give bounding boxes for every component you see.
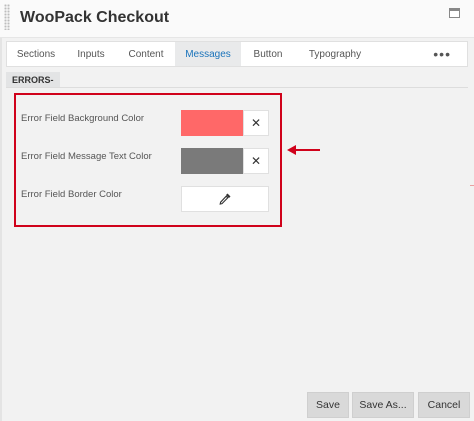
panel-header: WooPack Checkout [0, 0, 474, 38]
color-swatch-error-message-text[interactable] [181, 148, 243, 174]
save-as-button[interactable]: Save As... [352, 392, 414, 418]
drag-handle-icon[interactable] [4, 4, 10, 30]
tab-bar: Sections Inputs Content Messages Button … [6, 41, 468, 67]
save-button[interactable]: Save [307, 392, 349, 418]
panel-edge [0, 0, 2, 421]
color-swatch-error-bg[interactable] [181, 110, 243, 136]
tab-sections[interactable]: Sections [7, 42, 65, 66]
color-picker-button-error-border[interactable] [181, 186, 269, 212]
tab-messages[interactable]: Messages [175, 42, 241, 66]
window-icon[interactable] [449, 8, 460, 18]
close-icon: ✕ [250, 154, 262, 168]
tab-typography[interactable]: Typography [295, 42, 375, 66]
arrow-left-icon [287, 145, 320, 155]
edge-marker [470, 185, 474, 186]
panel-title: WooPack Checkout [20, 9, 170, 26]
clear-color-button-error-message-text[interactable]: ✕ [243, 148, 269, 174]
settings-panel: WooPack Checkout Sections Inputs Content… [0, 0, 474, 421]
tab-content[interactable]: Content [117, 42, 175, 66]
field-label-error-border-color: Error Field Border Color [21, 189, 122, 200]
section-title-errors: ERRORS- [6, 72, 60, 88]
eyedropper-icon [219, 193, 231, 205]
cancel-button[interactable]: Cancel [418, 392, 470, 418]
field-label-error-bg-color: Error Field Background Color [21, 113, 145, 124]
section-divider [6, 87, 468, 88]
more-tabs-icon[interactable]: ••• [433, 42, 451, 66]
tab-button[interactable]: Button [241, 42, 295, 66]
clear-color-button-error-bg[interactable]: ✕ [243, 110, 269, 136]
tab-inputs[interactable]: Inputs [65, 42, 117, 66]
field-label-error-message-text-color: Error Field Message Text Color [21, 151, 152, 162]
close-icon: ✕ [250, 116, 262, 130]
